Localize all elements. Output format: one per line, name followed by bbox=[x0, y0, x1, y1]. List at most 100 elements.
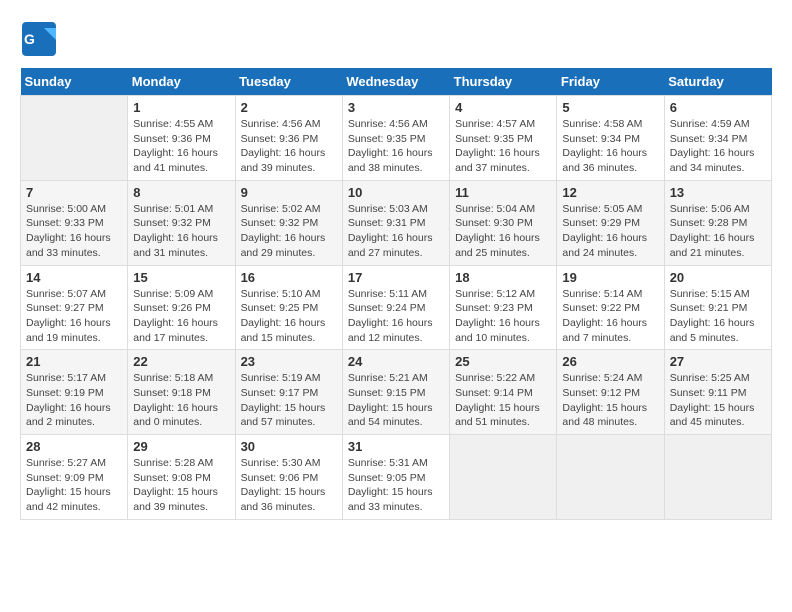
day-number: 11 bbox=[455, 185, 551, 200]
header-monday: Monday bbox=[128, 68, 235, 96]
day-cell: 22 Sunrise: 5:18 AMSunset: 9:18 PMDayligh… bbox=[128, 350, 235, 435]
day-cell: 17 Sunrise: 5:11 AMSunset: 9:24 PMDayligh… bbox=[342, 265, 449, 350]
day-cell: 6 Sunrise: 4:59 AMSunset: 9:34 PMDaylight… bbox=[664, 96, 771, 181]
day-cell: 28Sunrise: 5:27 AMSunset: 9:09 PMDayligh… bbox=[21, 435, 128, 520]
day-number: 17 bbox=[348, 270, 444, 285]
day-info: Sunrise: 5:02 AMSunset: 9:32 PMDaylight:… bbox=[241, 202, 337, 261]
day-cell: 18 Sunrise: 5:12 AMSunset: 9:23 PMDayligh… bbox=[450, 265, 557, 350]
day-info: Sunrise: 5:21 AMSunset: 9:15 PMDaylight:… bbox=[348, 371, 444, 430]
day-cell: 9Sunrise: 5:02 AMSunset: 9:32 PMDaylight… bbox=[235, 180, 342, 265]
day-number: 23 bbox=[241, 354, 337, 369]
day-info: Sunrise: 5:04 AMSunset: 9:30 PMDaylight:… bbox=[455, 202, 551, 261]
day-number: 22 bbox=[133, 354, 229, 369]
day-number: 10 bbox=[348, 185, 444, 200]
logo: G bbox=[20, 20, 60, 58]
day-cell: 15 Sunrise: 5:09 AMSunset: 9:26 PMDayligh… bbox=[128, 265, 235, 350]
day-cell: 3 Sunrise: 4:56 AMSunset: 9:35 PMDaylight… bbox=[342, 96, 449, 181]
day-cell: 21Sunrise: 5:17 AMSunset: 9:19 PMDayligh… bbox=[21, 350, 128, 435]
day-cell: 5Sunrise: 4:58 AMSunset: 9:34 PMDaylight… bbox=[557, 96, 664, 181]
day-number: 15 bbox=[133, 270, 229, 285]
day-number: 12 bbox=[562, 185, 658, 200]
day-number: 7 bbox=[26, 185, 122, 200]
day-info: Sunrise: 5:06 AMSunset: 9:28 PMDaylight:… bbox=[670, 202, 766, 261]
day-info: Sunrise: 5:10 AMSunset: 9:25 PMDaylight:… bbox=[241, 287, 337, 346]
day-cell: 31 Sunrise: 5:31 AMSunset: 9:05 PMDayligh… bbox=[342, 435, 449, 520]
day-number: 29 bbox=[133, 439, 229, 454]
day-info: Sunrise: 5:31 AMSunset: 9:05 PMDaylight:… bbox=[348, 456, 444, 515]
day-info: Sunrise: 5:19 AMSunset: 9:17 PMDaylight:… bbox=[241, 371, 337, 430]
day-cell: 11 Sunrise: 5:04 AMSunset: 9:30 PMDayligh… bbox=[450, 180, 557, 265]
day-cell: 24 Sunrise: 5:21 AMSunset: 9:15 PMDayligh… bbox=[342, 350, 449, 435]
day-cell: 19 Sunrise: 5:14 AMSunset: 9:22 PMDayligh… bbox=[557, 265, 664, 350]
day-info: Sunrise: 5:09 AMSunset: 9:26 PMDaylight:… bbox=[133, 287, 229, 346]
calendar-table: SundayMondayTuesdayWednesdayThursdayFrid… bbox=[20, 68, 772, 520]
day-info: Sunrise: 5:30 AMSunset: 9:06 PMDaylight:… bbox=[241, 456, 337, 515]
day-number: 30 bbox=[241, 439, 337, 454]
day-info: Sunrise: 5:25 AMSunset: 9:11 PMDaylight:… bbox=[670, 371, 766, 430]
logo-icon: G bbox=[20, 20, 58, 58]
header: G bbox=[20, 20, 772, 58]
day-cell: 7 Sunrise: 5:00 AMSunset: 9:33 PMDaylight… bbox=[21, 180, 128, 265]
day-info: Sunrise: 5:11 AMSunset: 9:24 PMDaylight:… bbox=[348, 287, 444, 346]
header-saturday: Saturday bbox=[664, 68, 771, 96]
day-info: Sunrise: 5:00 AMSunset: 9:33 PMDaylight:… bbox=[26, 202, 122, 261]
day-number: 21 bbox=[26, 354, 122, 369]
day-cell: 27 Sunrise: 5:25 AMSunset: 9:11 PMDayligh… bbox=[664, 350, 771, 435]
day-cell: 4 Sunrise: 4:57 AMSunset: 9:35 PMDaylight… bbox=[450, 96, 557, 181]
day-cell: 12 Sunrise: 5:05 AMSunset: 9:29 PMDayligh… bbox=[557, 180, 664, 265]
header-thursday: Thursday bbox=[450, 68, 557, 96]
day-info: Sunrise: 5:15 AMSunset: 9:21 PMDaylight:… bbox=[670, 287, 766, 346]
day-number: 6 bbox=[670, 100, 766, 115]
day-number: 27 bbox=[670, 354, 766, 369]
day-number: 1 bbox=[133, 100, 229, 115]
header-wednesday: Wednesday bbox=[342, 68, 449, 96]
day-number: 4 bbox=[455, 100, 551, 115]
day-cell: 2Sunrise: 4:56 AMSunset: 9:36 PMDaylight… bbox=[235, 96, 342, 181]
day-number: 26 bbox=[562, 354, 658, 369]
day-cell: 16Sunrise: 5:10 AMSunset: 9:25 PMDayligh… bbox=[235, 265, 342, 350]
day-info: Sunrise: 4:57 AMSunset: 9:35 PMDaylight:… bbox=[455, 117, 551, 176]
day-info: Sunrise: 4:59 AMSunset: 9:34 PMDaylight:… bbox=[670, 117, 766, 176]
day-info: Sunrise: 5:28 AMSunset: 9:08 PMDaylight:… bbox=[133, 456, 229, 515]
header-tuesday: Tuesday bbox=[235, 68, 342, 96]
day-info: Sunrise: 5:12 AMSunset: 9:23 PMDaylight:… bbox=[455, 287, 551, 346]
day-cell: 23 Sunrise: 5:19 AMSunset: 9:17 PMDayligh… bbox=[235, 350, 342, 435]
header-friday: Friday bbox=[557, 68, 664, 96]
day-number: 2 bbox=[241, 100, 337, 115]
day-number: 13 bbox=[670, 185, 766, 200]
day-info: Sunrise: 5:27 AMSunset: 9:09 PMDaylight:… bbox=[26, 456, 122, 515]
day-number: 24 bbox=[348, 354, 444, 369]
day-info: Sunrise: 5:18 AMSunset: 9:18 PMDaylight:… bbox=[133, 371, 229, 430]
week-row-4: 21Sunrise: 5:17 AMSunset: 9:19 PMDayligh… bbox=[21, 350, 772, 435]
week-row-2: 7 Sunrise: 5:00 AMSunset: 9:33 PMDaylight… bbox=[21, 180, 772, 265]
day-cell: 14Sunrise: 5:07 AMSunset: 9:27 PMDayligh… bbox=[21, 265, 128, 350]
day-cell: 10 Sunrise: 5:03 AMSunset: 9:31 PMDayligh… bbox=[342, 180, 449, 265]
day-info: Sunrise: 5:01 AMSunset: 9:32 PMDaylight:… bbox=[133, 202, 229, 261]
day-number: 25 bbox=[455, 354, 551, 369]
day-info: Sunrise: 4:55 AMSunset: 9:36 PMDaylight:… bbox=[133, 117, 229, 176]
day-number: 8 bbox=[133, 185, 229, 200]
day-cell: 26 Sunrise: 5:24 AMSunset: 9:12 PMDayligh… bbox=[557, 350, 664, 435]
day-cell bbox=[664, 435, 771, 520]
day-cell: 29 Sunrise: 5:28 AMSunset: 9:08 PMDayligh… bbox=[128, 435, 235, 520]
day-cell: 13 Sunrise: 5:06 AMSunset: 9:28 PMDayligh… bbox=[664, 180, 771, 265]
day-info: Sunrise: 5:24 AMSunset: 9:12 PMDaylight:… bbox=[562, 371, 658, 430]
day-number: 20 bbox=[670, 270, 766, 285]
day-cell: 25Sunrise: 5:22 AMSunset: 9:14 PMDayligh… bbox=[450, 350, 557, 435]
day-info: Sunrise: 5:05 AMSunset: 9:29 PMDaylight:… bbox=[562, 202, 658, 261]
day-cell bbox=[557, 435, 664, 520]
day-info: Sunrise: 5:14 AMSunset: 9:22 PMDaylight:… bbox=[562, 287, 658, 346]
calendar-header-row: SundayMondayTuesdayWednesdayThursdayFrid… bbox=[21, 68, 772, 96]
day-cell: 30 Sunrise: 5:30 AMSunset: 9:06 PMDayligh… bbox=[235, 435, 342, 520]
svg-text:G: G bbox=[24, 31, 35, 47]
day-cell bbox=[21, 96, 128, 181]
day-info: Sunrise: 4:58 AMSunset: 9:34 PMDaylight:… bbox=[562, 117, 658, 176]
day-number: 19 bbox=[562, 270, 658, 285]
day-number: 18 bbox=[455, 270, 551, 285]
day-cell: 1 Sunrise: 4:55 AMSunset: 9:36 PMDaylight… bbox=[128, 96, 235, 181]
day-number: 3 bbox=[348, 100, 444, 115]
day-number: 31 bbox=[348, 439, 444, 454]
day-info: Sunrise: 5:07 AMSunset: 9:27 PMDaylight:… bbox=[26, 287, 122, 346]
day-info: Sunrise: 5:03 AMSunset: 9:31 PMDaylight:… bbox=[348, 202, 444, 261]
day-info: Sunrise: 4:56 AMSunset: 9:35 PMDaylight:… bbox=[348, 117, 444, 176]
